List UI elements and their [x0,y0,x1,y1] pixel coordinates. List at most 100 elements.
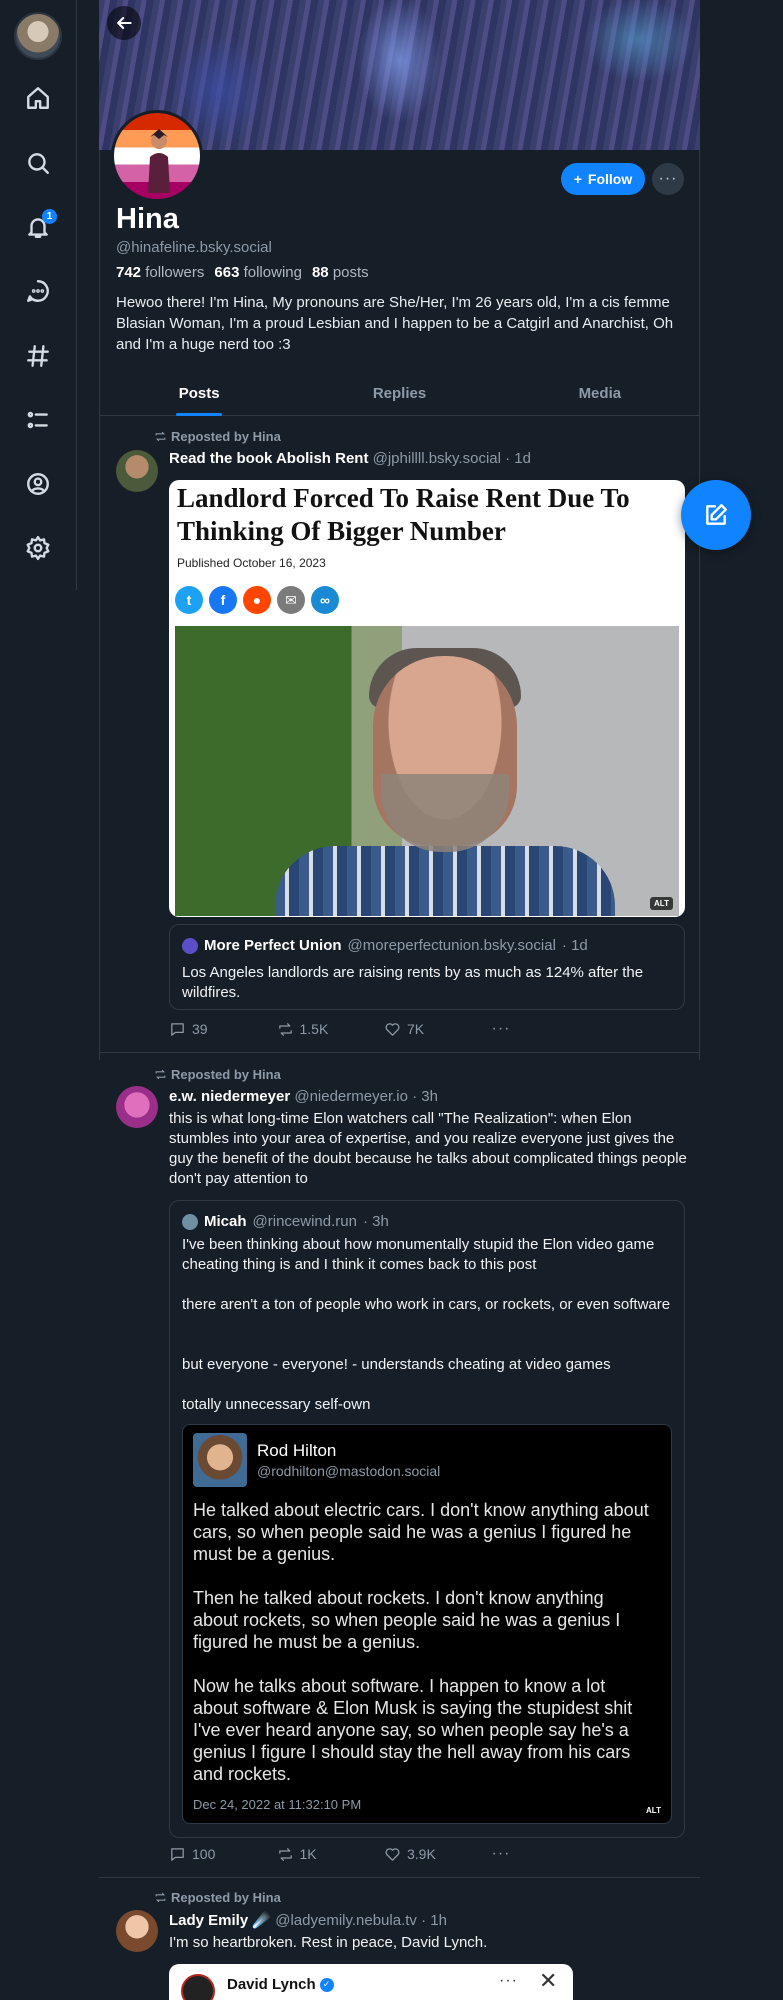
repost-icon [155,1069,166,1080]
home-icon[interactable] [22,82,54,114]
like-button[interactable]: 3.9K [384,1846,492,1863]
my-avatar[interactable] [14,12,62,60]
profile-column: + Follow ··· Hina @hinafeline.bsky.socia… [99,0,700,2000]
profile-handle: @hinafeline.bsky.social [116,239,272,256]
quoted-post[interactable]: Micah @rincewind.run · 3h I've been thin… [169,1200,685,1838]
tweet-author-avatar [193,1433,247,1487]
facebook-icon: f [209,586,237,614]
tweet-author-handle: @rodhilton@mastodon.social [257,1463,441,1479]
quote-header: More Perfect Union @moreperfectunion.bsk… [182,937,588,954]
tweet-author-name: Rod Hilton [257,1441,337,1460]
followers-stat[interactable]: 742 followers [116,264,204,281]
quote-image[interactable]: Rod Hilton @rodhilton@mastodon.social He… [182,1424,672,1824]
quoted-post[interactable]: More Perfect Union @moreperfectunion.bsk… [169,924,685,1010]
chat-icon[interactable] [22,275,54,307]
post-more-button[interactable]: ··· [492,1845,600,1863]
post-more-button[interactable]: ··· [492,1020,600,1038]
quote-paragraph: but everyone - everyone! - understands c… [182,1356,611,1373]
quote-text: Los Angeles landlords are raising rents … [182,964,644,1001]
repost-indicator: Reposted by Hina [154,1067,281,1082]
back-button[interactable] [107,6,141,40]
list-icon[interactable] [22,404,54,436]
profile-avatar[interactable] [111,110,203,202]
post-author-name[interactable]: e.w. niedermeyer [169,1088,290,1105]
tab-replies[interactable]: Replies [299,372,499,415]
repost-icon [155,1892,166,1903]
repost-indicator: Reposted by Hina [154,429,281,444]
reddit-icon: ● [243,586,271,614]
tab-posts[interactable]: Posts [99,372,299,416]
post-author-avatar[interactable] [116,1086,158,1128]
notification-badge: 1 [42,209,57,224]
alt-badge[interactable]: ALT [642,1804,665,1817]
repost-button[interactable]: 1.5K [277,1021,385,1038]
tweet-body: He talked about electric cars. I don't k… [193,1500,649,1784]
embed-author: David Lynch ✓ [227,1976,334,1993]
reply-button[interactable]: 39 [169,1021,277,1038]
post-actions: 39 1.5K 7K ··· [169,1019,599,1039]
repost-indicator: Reposted by Hina [154,1890,281,1905]
reply-button[interactable]: 100 [169,1846,277,1863]
share-row: t f ● ✉ ∞ [175,586,339,614]
quote-paragraph: I've been thinking about how monumentall… [182,1236,655,1273]
repost-icon [278,1022,292,1036]
gear-icon[interactable] [22,532,54,564]
profile-stats: 742 followers 663 following 88 posts [116,264,369,281]
feed-post[interactable]: Reposted by Hina Lady Emily ☄️ @ladyemil… [99,1878,700,2000]
quote-paragraph: totally unnecessary self-own [182,1396,371,1413]
email-icon: ✉ [277,586,305,614]
feed-post[interactable]: Reposted by Hina Read the book Abolish R… [99,417,700,1053]
embed-more-icon: ··· [499,1972,518,1989]
compose-button[interactable] [681,480,751,550]
search-icon[interactable] [22,147,54,179]
embed-author-avatar [181,1974,215,2000]
post-header: e.w. niedermeyer @niedermeyer.io · 3h [169,1088,689,1105]
alt-badge[interactable]: ALT [650,897,673,910]
back-arrow-icon [117,17,132,29]
post-text: this is what long-time Elon watchers cal… [169,1110,687,1187]
follow-button[interactable]: + Follow [561,163,645,195]
hashtag-icon[interactable] [22,340,54,372]
quote-time: · 1d [561,937,588,954]
article-photo: ALT [175,626,679,916]
post-header: Read the book Abolish Rent @jphillll.bsk… [169,450,689,467]
like-button[interactable]: 7K [384,1021,492,1038]
quote-author-handle: @rincewind.run [252,1213,357,1230]
post-author-handle[interactable]: @ladyemily.nebula.tv [275,1912,417,1929]
plus-icon: + [573,171,582,187]
profile-more-button[interactable]: ··· [652,163,684,195]
feed-post[interactable]: Reposted by Hina e.w. niedermeyer @niede… [99,1053,700,1878]
post-author-name[interactable]: Lady Emily [169,1912,248,1929]
repost-icon [155,431,166,442]
tab-media[interactable]: Media [500,372,700,415]
tweet-date: Dec 24, 2022 at 11:32:10 PM [193,1797,362,1812]
author-emoji: ☄️ [252,1912,272,1929]
repost-button[interactable]: 1K [277,1846,385,1863]
close-icon: ✕ [539,1968,558,1993]
post-time[interactable]: · 1d [505,450,531,467]
post-author-handle[interactable]: @niedermeyer.io [294,1088,408,1105]
embedded-image[interactable]: David Lynch ✓ ··· ✕ [169,1964,573,2000]
reply-icon [171,1022,184,1036]
post-time[interactable]: · 3h [412,1088,438,1105]
quote-header: Micah @rincewind.run · 3h [182,1213,389,1230]
repost-icon [278,1847,292,1861]
display-name: Hina [116,203,179,235]
post-header: Lady Emily ☄️ @ladyemily.nebula.tv · 1h [169,1911,689,1929]
post-author-name[interactable]: Read the book Abolish Rent [169,450,368,467]
bell-icon[interactable]: 1 [22,209,57,243]
profile-icon[interactable] [22,468,54,500]
post-image[interactable]: Landlord Forced To Raise Rent Due To Thi… [169,480,685,917]
post-author-avatar[interactable] [116,450,158,492]
heart-icon [385,1847,400,1861]
post-author-handle[interactable]: @jphillll.bsky.social [373,450,501,467]
quote-author-avatar [182,937,198,954]
quote-time: · 3h [362,1213,389,1230]
link-icon: ∞ [311,586,339,614]
post-author-avatar[interactable] [116,1910,158,1952]
twitter-icon: t [175,586,203,614]
following-stat[interactable]: 663 following [214,264,302,281]
left-nav: 1 [0,0,76,590]
post-text: I'm so heartbroken. Rest in peace, David… [169,1934,488,1951]
post-time[interactable]: · 1h [421,1912,447,1929]
